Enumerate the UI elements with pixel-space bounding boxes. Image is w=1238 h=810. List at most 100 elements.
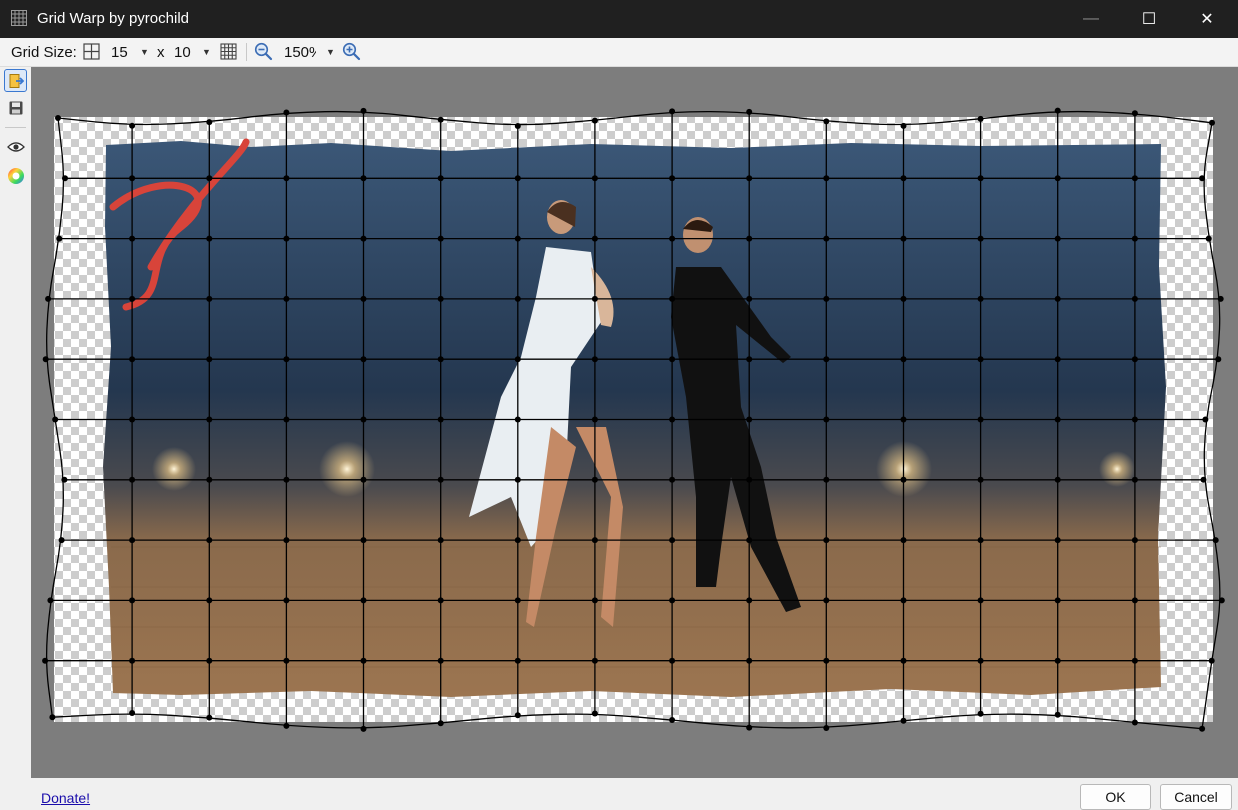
grid-control-point[interactable] bbox=[206, 175, 213, 182]
grid-control-point[interactable] bbox=[746, 295, 753, 302]
grid-control-point[interactable] bbox=[437, 175, 444, 182]
grid-control-point[interactable] bbox=[437, 116, 444, 123]
grid-control-point[interactable] bbox=[283, 476, 290, 483]
grid-control-point[interactable] bbox=[1131, 110, 1138, 117]
grid-control-point[interactable] bbox=[823, 416, 830, 423]
grid-control-point[interactable] bbox=[206, 714, 213, 721]
columns-dropdown-icon[interactable]: ▼ bbox=[140, 47, 149, 57]
grid-control-point[interactable] bbox=[591, 476, 598, 483]
grid-control-point[interactable] bbox=[591, 537, 598, 544]
grid-control-point[interactable] bbox=[283, 537, 290, 544]
grid-control-point[interactable] bbox=[746, 476, 753, 483]
grid-control-point[interactable] bbox=[900, 717, 907, 724]
grid-control-point[interactable] bbox=[514, 295, 521, 302]
grid-control-point[interactable] bbox=[1199, 175, 1206, 182]
grid-control-point[interactable] bbox=[746, 597, 753, 604]
grid-control-point[interactable] bbox=[1208, 657, 1215, 664]
close-button[interactable]: ✕ bbox=[1178, 0, 1236, 38]
grid-control-point[interactable] bbox=[1054, 476, 1061, 483]
grid-control-point[interactable] bbox=[1054, 416, 1061, 423]
grid-control-point[interactable] bbox=[591, 710, 598, 717]
grid-control-point[interactable] bbox=[55, 115, 61, 121]
grid-control-point[interactable] bbox=[1054, 537, 1061, 544]
grid-control-point[interactable] bbox=[42, 657, 49, 664]
grid-control-point[interactable] bbox=[669, 175, 676, 182]
grid-control-point[interactable] bbox=[360, 416, 367, 423]
grid-control-point[interactable] bbox=[823, 725, 830, 731]
grid-control-point[interactable] bbox=[1131, 295, 1138, 302]
grid-control-point[interactable] bbox=[746, 537, 753, 544]
rows-input[interactable]: 10 bbox=[174, 38, 191, 66]
grid-control-point[interactable] bbox=[591, 175, 598, 182]
grid-control-point[interactable] bbox=[1131, 719, 1138, 726]
grid-control-point[interactable] bbox=[45, 295, 52, 302]
grid-control-point[interactable] bbox=[669, 657, 676, 664]
grid-control-point[interactable] bbox=[900, 416, 907, 423]
grid-control-point[interactable] bbox=[206, 657, 213, 664]
grid-control-point[interactable] bbox=[437, 235, 444, 242]
grid-control-point[interactable] bbox=[129, 597, 136, 604]
grid-control-point[interactable] bbox=[1218, 597, 1225, 604]
grid-control-point[interactable] bbox=[283, 235, 290, 242]
grid-control-point[interactable] bbox=[360, 476, 367, 483]
rows-dropdown-icon[interactable]: ▼ bbox=[202, 47, 211, 57]
grid-control-point[interactable] bbox=[977, 235, 984, 242]
grid-control-point[interactable] bbox=[514, 175, 521, 182]
save-button[interactable] bbox=[4, 96, 27, 119]
grid-control-point[interactable] bbox=[1209, 119, 1215, 126]
grid-control-point[interactable] bbox=[1131, 356, 1138, 363]
grid-control-point[interactable] bbox=[1200, 476, 1207, 483]
grid-control-point[interactable] bbox=[669, 597, 676, 604]
grid-control-point[interactable] bbox=[283, 175, 290, 182]
zoom-dropdown-icon[interactable]: ▼ bbox=[326, 47, 335, 57]
grid-control-point[interactable] bbox=[1054, 597, 1061, 604]
grid-control-point[interactable] bbox=[900, 657, 907, 664]
grid-control-point[interactable] bbox=[823, 118, 830, 125]
grid-control-point[interactable] bbox=[206, 537, 213, 544]
grid-control-point[interactable] bbox=[1215, 356, 1222, 363]
columns-input[interactable]: 15 bbox=[111, 38, 128, 66]
grid-control-point[interactable] bbox=[900, 476, 907, 483]
grid-control-point[interactable] bbox=[206, 119, 213, 126]
grid-control-point[interactable] bbox=[900, 122, 907, 129]
grid-control-point[interactable] bbox=[669, 537, 676, 544]
grid-control-point[interactable] bbox=[206, 416, 213, 423]
grid-control-point[interactable] bbox=[591, 295, 598, 302]
grid-control-point[interactable] bbox=[977, 476, 984, 483]
grid-control-point[interactable] bbox=[437, 476, 444, 483]
grid-control-point[interactable] bbox=[977, 657, 984, 664]
donate-link[interactable]: Donate! bbox=[41, 790, 90, 806]
grid-control-point[interactable] bbox=[900, 295, 907, 302]
grid-control-point[interactable] bbox=[129, 416, 136, 423]
grid-control-point[interactable] bbox=[1131, 235, 1138, 242]
grid-control-point[interactable] bbox=[360, 107, 367, 114]
grid-control-point[interactable] bbox=[129, 537, 136, 544]
grid-control-point[interactable] bbox=[900, 597, 907, 604]
grid-control-point[interactable] bbox=[1212, 537, 1219, 544]
grid-control-point[interactable] bbox=[437, 597, 444, 604]
grid-control-point[interactable] bbox=[360, 356, 367, 363]
grid-control-point[interactable] bbox=[1205, 235, 1212, 242]
grid-control-point[interactable] bbox=[437, 657, 444, 664]
grid-control-point[interactable] bbox=[591, 657, 598, 664]
grid-control-point[interactable] bbox=[206, 356, 213, 363]
zoom-out-icon[interactable] bbox=[254, 42, 273, 61]
grid-control-point[interactable] bbox=[591, 597, 598, 604]
grid-control-point[interactable] bbox=[669, 295, 676, 302]
grid-control-point[interactable] bbox=[58, 537, 65, 544]
grid-control-point[interactable] bbox=[1131, 657, 1138, 664]
grid-control-point[interactable] bbox=[360, 597, 367, 604]
grid-control-point[interactable] bbox=[1054, 295, 1061, 302]
grid-control-point[interactable] bbox=[514, 416, 521, 423]
warp-canvas[interactable] bbox=[31, 67, 1238, 778]
grid-control-point[interactable] bbox=[746, 235, 753, 242]
grid-control-point[interactable] bbox=[283, 597, 290, 604]
grid-control-point[interactable] bbox=[746, 356, 753, 363]
grid-control-point[interactable] bbox=[360, 725, 367, 732]
grid-control-point[interactable] bbox=[360, 235, 367, 242]
grid-control-point[interactable] bbox=[823, 476, 830, 483]
grid-control-point[interactable] bbox=[1054, 175, 1061, 182]
grid-control-point[interactable] bbox=[129, 122, 136, 129]
grid-control-point[interactable] bbox=[129, 710, 136, 716]
grid-control-point[interactable] bbox=[283, 657, 290, 664]
